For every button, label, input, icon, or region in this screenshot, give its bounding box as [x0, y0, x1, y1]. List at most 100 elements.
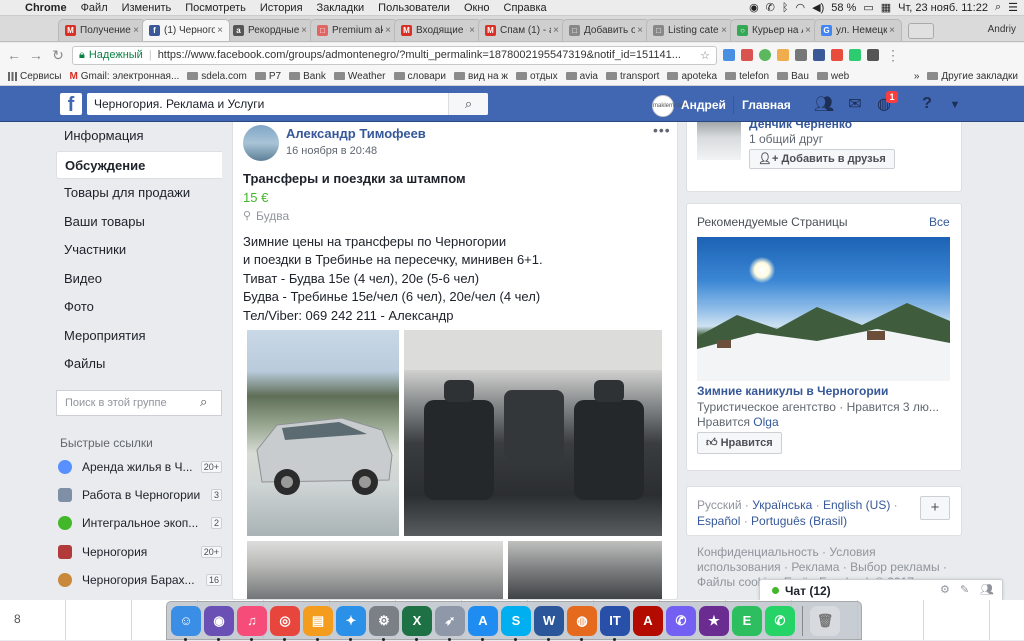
acrobat-icon[interactable]: A — [633, 605, 663, 636]
app-store-icon[interactable]: A — [468, 605, 498, 641]
nav-discussion[interactable]: Обсуждение — [56, 150, 222, 179]
tab-1[interactable]: M Получение × — [58, 19, 146, 41]
avatar[interactable]: maklerni.net — [652, 95, 686, 117]
chrome-menu-icon[interactable]: ⋮ — [885, 47, 901, 64]
reload-icon[interactable]: ↻ — [50, 47, 66, 64]
wifi-icon[interactable]: ◠ — [796, 1, 806, 14]
nav-photos[interactable]: Фото — [56, 293, 222, 322]
menu-app-name[interactable]: Chrome — [18, 2, 74, 14]
back-icon[interactable]: ← — [6, 47, 22, 63]
friend-name[interactable]: Денчик Черненко — [749, 122, 852, 131]
quick-link-item[interactable]: Черногория 20+ — [58, 542, 222, 562]
facebook-search-input[interactable]: Черногория. Реклама и Услуги — [87, 93, 488, 115]
messenger-icon[interactable]: ✉ — [844, 94, 866, 116]
finder-icon[interactable]: ☺ — [171, 605, 201, 641]
language-link[interactable]: Português (Brasil) — [751, 514, 847, 528]
menu-edit[interactable]: Изменить — [115, 2, 179, 14]
post-photo-minivan[interactable] — [247, 330, 399, 536]
compose-icon[interactable]: ✎ — [960, 583, 969, 596]
new-tab-button[interactable] — [908, 23, 934, 39]
skype-status-icon[interactable]: ◉ — [749, 1, 759, 14]
close-icon[interactable]: × — [217, 25, 223, 36]
bookmark-folder[interactable]: словари — [393, 71, 446, 82]
help-icon[interactable]: ? — [916, 93, 938, 115]
volume-icon[interactable]: ◀) — [812, 1, 824, 14]
tab-4[interactable]: □ Premium ak × — [310, 19, 398, 41]
tab-10[interactable]: Gул. Немецка× — [814, 19, 902, 41]
bookmark-folder[interactable]: отдых — [516, 71, 558, 82]
menu-view[interactable]: Посмотреть — [178, 2, 253, 14]
menu-bookmarks[interactable]: Закладки — [310, 2, 372, 14]
extension-icon[interactable] — [777, 49, 789, 61]
forward-icon[interactable]: → — [28, 47, 44, 63]
other-bookmarks[interactable]: » Другие закладки — [914, 71, 1024, 82]
firefox-icon[interactable]: ◍ — [567, 605, 597, 641]
launchpad-icon[interactable]: ➶ — [435, 605, 465, 641]
post-timestamp[interactable]: 16 ноября в 20:48 — [286, 145, 377, 157]
whatsapp-icon[interactable]: ✆ — [765, 605, 795, 636]
facebook-logo-icon[interactable]: f — [60, 93, 82, 116]
extension-icon[interactable] — [813, 49, 825, 61]
skype-icon[interactable]: S — [501, 605, 531, 641]
tab-2[interactable]: f (1) Черногор× — [142, 19, 230, 41]
close-icon[interactable]: × — [469, 25, 475, 36]
nav-members[interactable]: Участники — [56, 236, 222, 265]
post-photo-interior[interactable] — [404, 330, 662, 536]
tab-8[interactable]: □ Listing categ × — [646, 19, 734, 41]
close-icon[interactable]: × — [805, 25, 811, 36]
quick-link-item[interactable]: Интегральное экоп... 2 — [58, 513, 222, 533]
star-app-icon[interactable]: ★ — [699, 605, 729, 636]
itunes-icon[interactable]: ♫ — [237, 605, 267, 641]
bookmark-folder[interactable]: Bau — [777, 71, 809, 82]
menu-help[interactable]: Справка — [497, 2, 554, 14]
bookmark-folder[interactable]: вид на ж — [453, 71, 508, 82]
siri-icon[interactable]: ◉ — [204, 605, 234, 641]
quick-link-item[interactable]: Работа в Черногории 3 — [58, 485, 222, 505]
tab-3[interactable]: a Рекордные × — [226, 19, 314, 41]
bookmark-folder[interactable]: sdela.com — [187, 71, 247, 82]
post-photo-interior-3[interactable] — [508, 541, 662, 599]
menu-history[interactable]: История — [253, 2, 310, 14]
evernote-icon[interactable]: E — [732, 605, 762, 636]
page-name-link[interactable]: Зимние каникулы в Черногории — [697, 384, 888, 398]
extension-icon[interactable] — [723, 49, 735, 61]
menubar-clock[interactable]: Чт, 23 нояб. 11:22 — [898, 2, 988, 14]
nav-info[interactable]: Информация — [56, 122, 222, 151]
nav-files[interactable]: Файлы — [56, 350, 222, 379]
post-author[interactable]: Александр Тимофеев — [286, 126, 426, 141]
bluetooth-icon[interactable]: ᛒ — [782, 2, 789, 14]
it-app-icon[interactable]: IT — [600, 605, 630, 641]
extension-icon[interactable] — [849, 49, 861, 61]
tab-7[interactable]: □ Добавить of × — [562, 19, 650, 41]
menu-file[interactable]: Файл — [74, 2, 115, 14]
post-photo-interior-2[interactable] — [247, 541, 503, 599]
extension-icon[interactable] — [831, 49, 843, 61]
extension-icon[interactable] — [741, 49, 753, 61]
close-icon[interactable]: × — [301, 25, 307, 36]
chrome-profile-name[interactable]: Andriy — [988, 24, 1024, 41]
bookmark-gmail[interactable]: M Gmail: электронная... — [69, 71, 179, 82]
bookmark-apps[interactable]: Сервисы — [8, 71, 61, 82]
extension-icon[interactable] — [867, 49, 879, 61]
nav-your-items[interactable]: Ваши товары — [56, 208, 222, 237]
language-link[interactable]: Español — [697, 514, 740, 528]
close-icon[interactable]: × — [889, 25, 895, 36]
system-preferences-icon[interactable]: ⚙ — [369, 605, 399, 641]
trash-icon[interactable]: 🗑︎ — [810, 605, 840, 636]
group-chat-icon[interactable]: 👥︎ — [980, 583, 994, 596]
see-all-link[interactable]: Все — [929, 215, 950, 229]
bookmark-star-icon[interactable]: ☆ — [700, 49, 710, 62]
extension-icon[interactable] — [759, 49, 771, 61]
profile-link[interactable]: Андрей — [681, 98, 726, 112]
bookmark-folder[interactable]: web — [816, 71, 849, 82]
gear-icon[interactable]: ⚙ — [940, 583, 950, 596]
home-link[interactable]: Главная — [742, 98, 791, 112]
language-link[interactable]: English (US) — [823, 498, 890, 512]
language-link[interactable]: Українська — [752, 498, 812, 512]
quick-link-item[interactable]: Аренда жилья в Ч... 20+ — [58, 457, 222, 477]
close-icon[interactable]: × — [553, 25, 559, 36]
extension-icon[interactable] — [795, 49, 807, 61]
friend-requests-icon[interactable]: 👥︎ — [813, 94, 835, 116]
chevron-down-icon[interactable]: ▼ — [944, 94, 966, 116]
more-options-icon[interactable]: ••• — [653, 122, 671, 138]
